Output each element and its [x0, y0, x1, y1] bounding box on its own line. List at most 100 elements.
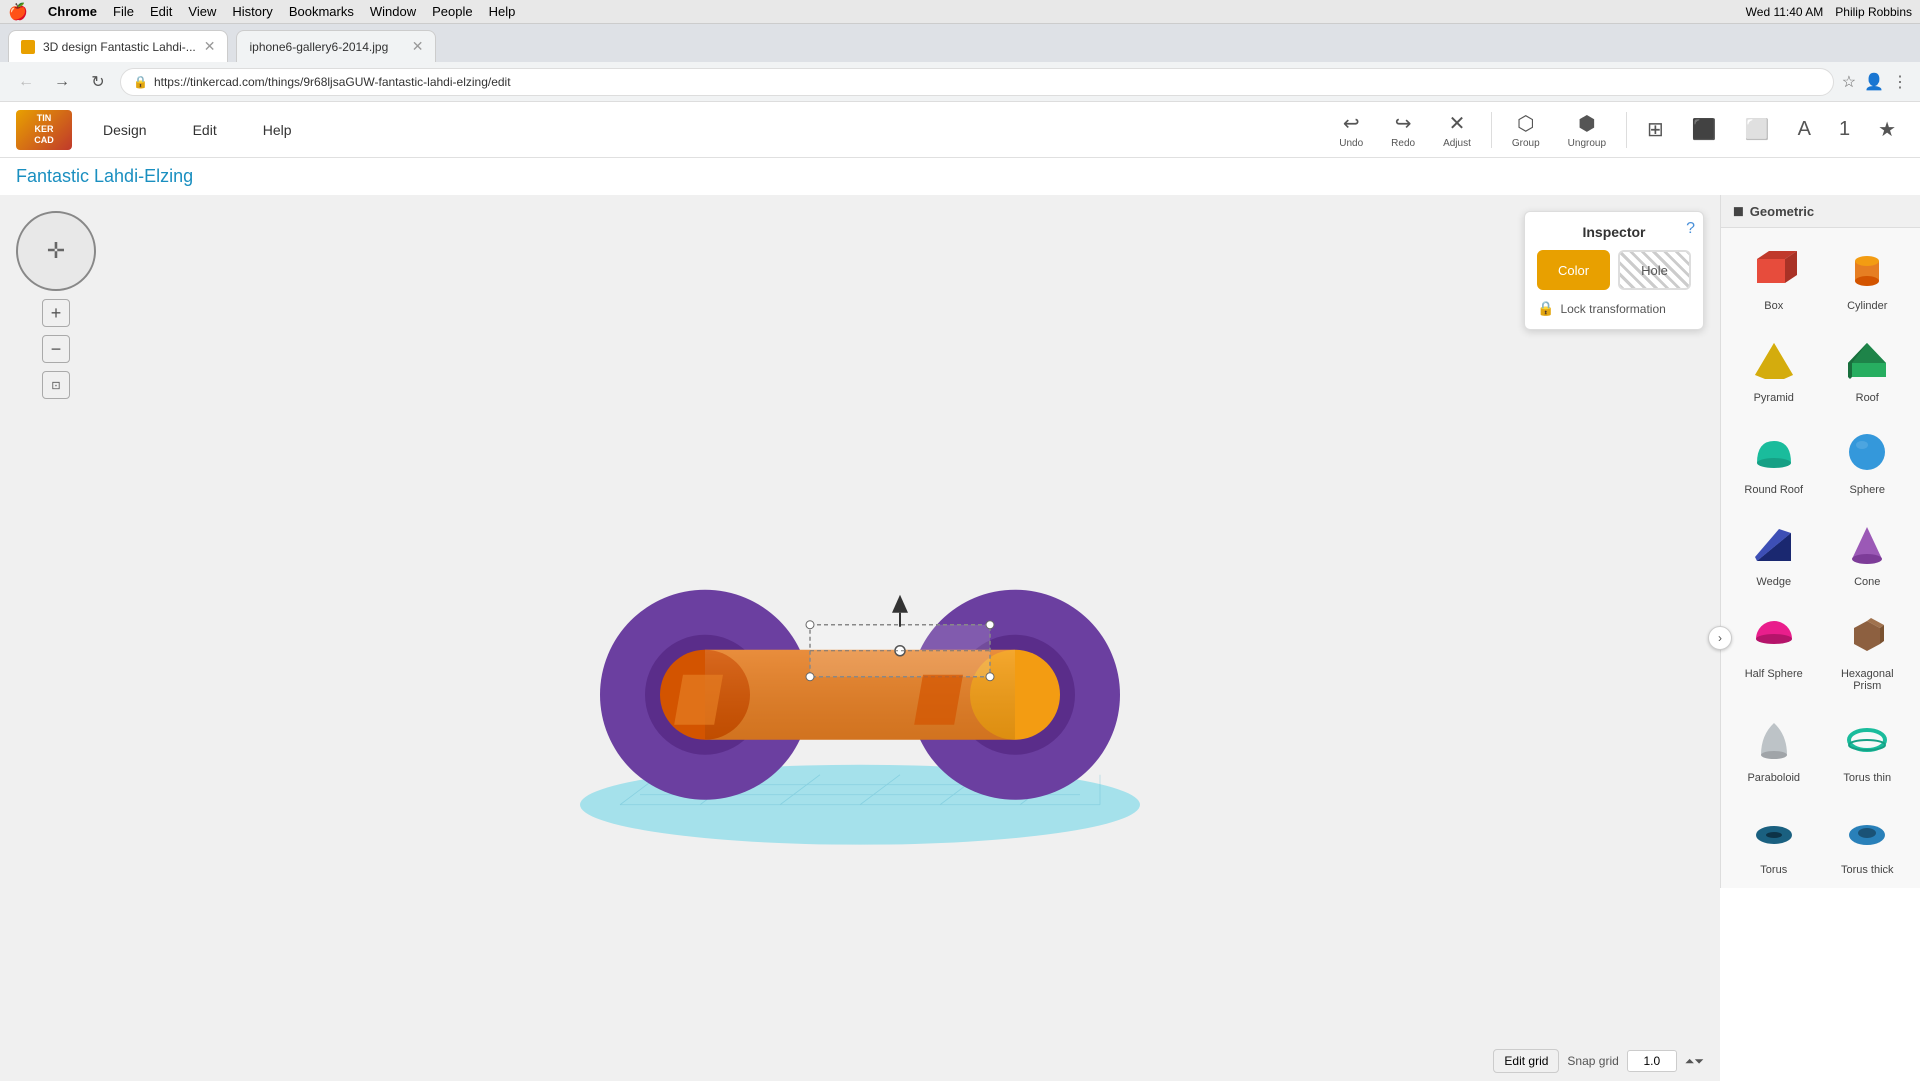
nav-back[interactable]: ← [12, 68, 40, 96]
toolbar-separator [1491, 112, 1492, 148]
bookmark-star-icon[interactable]: ☆ [1842, 72, 1856, 92]
redo-button[interactable]: ↪ Redo [1383, 107, 1423, 153]
fit-view-button[interactable]: ⊡ [42, 371, 70, 399]
star-icon: ★ [1878, 117, 1896, 142]
adjust-button[interactable]: ✕ Adjust [1435, 107, 1479, 153]
tab-close-1[interactable]: ✕ [204, 38, 216, 55]
apple-menu[interactable]: 🍎 [8, 2, 28, 22]
grid-view-button[interactable]: ⊞ [1639, 113, 1672, 146]
redo-icon: ↪ [1395, 111, 1412, 136]
lock-transform-toggle[interactable]: 🔒 Lock transformation [1537, 300, 1691, 317]
shape-sphere[interactable]: Sphere [1823, 416, 1913, 504]
menu-chrome[interactable]: Chrome [48, 4, 97, 19]
ungroup-label: Ungroup [1568, 138, 1606, 149]
torus-thick-label: Torus thick [1841, 864, 1894, 876]
project-title-bar: Fantastic Lahdi-Elzing [0, 158, 1920, 195]
bottom-bar: Edit grid Snap grid ⏶⏷ [1493, 1049, 1704, 1073]
shape-pyramid[interactable]: Pyramid [1729, 324, 1819, 412]
hex-prism-shape-icon [1839, 608, 1895, 664]
cone-shape-icon [1839, 516, 1895, 572]
menu-bar-right: Wed 11:40 AM Philip Robbins [1746, 5, 1912, 19]
shape-wedge[interactable]: Wedge [1729, 508, 1819, 596]
snap-stepper-icon[interactable]: ⏶⏷ [1685, 1054, 1704, 1069]
collapse-panel-arrow[interactable]: › [1708, 626, 1732, 650]
shape-round-roof[interactable]: Round Roof [1729, 416, 1819, 504]
lock-label: Lock transformation [1560, 302, 1665, 316]
inspector-help-icon[interactable]: ? [1686, 220, 1695, 238]
redo-label: Redo [1391, 138, 1415, 149]
geometric-header-label: ◼ [1733, 203, 1744, 219]
main-content: ✛ + − ⊡ Inspector Color Hole 🔒 Lock tran… [0, 195, 1920, 1081]
shape-half-sphere[interactable]: Half Sphere [1729, 600, 1819, 700]
menu-bookmarks[interactable]: Bookmarks [289, 4, 354, 19]
tab-iphone[interactable]: iphone6-gallery6-2014.jpg ✕ [236, 30, 436, 62]
roof-label: Roof [1856, 392, 1879, 404]
wedge-label: Wedge [1756, 576, 1791, 588]
edit-grid-button[interactable]: Edit grid [1493, 1049, 1559, 1073]
half-sphere-shape-icon [1746, 608, 1802, 664]
menu-view[interactable]: View [188, 4, 216, 19]
menu-bar-datetime: Wed 11:40 AM [1746, 5, 1824, 19]
pan-control[interactable]: ✛ [16, 211, 96, 291]
hole-btn-label: Hole [1641, 263, 1668, 278]
project-title: Fantastic Lahdi-Elzing [16, 166, 193, 186]
menu-window[interactable]: Window [370, 4, 416, 19]
tab-close-2[interactable]: ✕ [412, 38, 424, 55]
menu-edit[interactable]: Edit [150, 4, 172, 19]
address-profile-icon[interactable]: 👤 [1864, 72, 1884, 92]
paraboloid-shape-icon [1746, 712, 1802, 768]
half-sphere-label: Half Sphere [1745, 668, 1803, 680]
menu-people[interactable]: People [432, 4, 472, 19]
menu-design[interactable]: Design [88, 115, 162, 145]
mac-menu-bar: 🍎 Chrome File Edit View History Bookmark… [0, 0, 1920, 24]
menu-edit-app[interactable]: Edit [178, 115, 232, 145]
color-button[interactable]: Color [1537, 250, 1610, 290]
group-button[interactable]: ⬡ Group [1504, 107, 1548, 153]
grid-icon: ⊞ [1647, 117, 1664, 142]
menu-history[interactable]: History [232, 4, 272, 19]
zoom-out-button[interactable]: − [42, 335, 70, 363]
snap-grid-input[interactable] [1627, 1050, 1677, 1072]
shape-torus[interactable]: Torus [1729, 796, 1819, 884]
torus-thin-shape-icon [1839, 712, 1895, 768]
menu-help[interactable]: Help [489, 4, 516, 19]
torus-label: Torus [1760, 864, 1787, 876]
nav-refresh[interactable]: ↻ [84, 68, 112, 96]
nav-forward[interactable]: → [48, 68, 76, 96]
zoom-in-button[interactable]: + [42, 299, 70, 327]
hole-button[interactable]: Hole [1618, 250, 1691, 290]
url-bar[interactable]: 🔒 https://tinkercad.com/things/9r68ljsaG… [120, 68, 1834, 96]
round-roof-label: Round Roof [1744, 484, 1803, 496]
undo-icon: ↩ [1343, 111, 1360, 136]
3d-view-button[interactable]: ⬛ [1684, 113, 1725, 146]
undo-button[interactable]: ↩ Undo [1331, 107, 1371, 153]
shape-torus-thick[interactable]: Torus thick [1823, 796, 1913, 884]
ungroup-button[interactable]: ⬢ Ungroup [1560, 107, 1614, 153]
menu-file[interactable]: File [113, 4, 134, 19]
shape-torus-thin[interactable]: Torus thin [1823, 704, 1913, 792]
wedge-shape-icon [1746, 516, 1802, 572]
text-button[interactable]: A [1790, 114, 1819, 145]
wireframe-button[interactable]: ⬜ [1737, 113, 1778, 146]
cylinder-shape-icon [1839, 240, 1895, 296]
pyramid-label: Pyramid [1754, 392, 1794, 404]
undo-label: Undo [1339, 138, 1363, 149]
tab-3d-design[interactable]: 3D design Fantastic Lahdi-... ✕ [8, 30, 228, 62]
torus-shape-icon [1746, 804, 1802, 860]
extensions-icon[interactable]: ⋮ [1892, 72, 1908, 92]
navigation-panel: ✛ + − ⊡ [16, 211, 96, 399]
shape-roof[interactable]: Roof [1823, 324, 1913, 412]
shape-hex-prism[interactable]: Hexagonal Prism [1823, 600, 1913, 700]
favorite-button[interactable]: ★ [1870, 113, 1904, 146]
color-btn-label: Color [1558, 263, 1589, 278]
shape-cylinder[interactable]: Cylinder [1823, 232, 1913, 320]
group-label: Group [1512, 138, 1540, 149]
menu-help-app[interactable]: Help [248, 115, 307, 145]
canvas-area[interactable]: ✛ + − ⊡ Inspector Color Hole 🔒 Lock tran… [0, 195, 1720, 1081]
shape-paraboloid[interactable]: Paraboloid [1729, 704, 1819, 792]
number-button[interactable]: 1 [1831, 114, 1858, 145]
sphere-shape-icon [1839, 424, 1895, 480]
shape-box[interactable]: Box [1729, 232, 1819, 320]
address-bar: ← → ↻ 🔒 https://tinkercad.com/things/9r6… [0, 62, 1920, 102]
shape-cone[interactable]: Cone [1823, 508, 1913, 596]
